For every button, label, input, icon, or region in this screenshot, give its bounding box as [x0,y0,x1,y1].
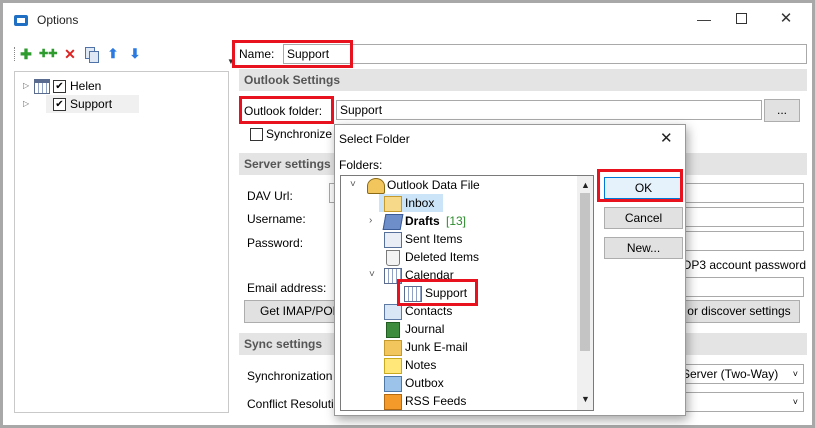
folder-deleted-items[interactable]: Deleted Items [341,248,577,266]
sent-items-icon [384,232,402,248]
name-highlight-box [232,40,353,68]
helen-checkbox[interactable]: ✔ [53,80,66,93]
dialog-title: Select Folder [339,132,410,146]
synchronization-label: Synchronization [247,369,333,383]
notes-icon [384,358,402,374]
title-bar: Options — ✕ [3,3,812,37]
profiles-tree: ▷ ✔ Helen ▷ ✔ Support [14,71,229,413]
maximize-icon [735,13,747,24]
synchronization-select[interactable]: Server (Two-Way) ˅ [678,364,804,384]
chevron-down-icon: ˅ [792,369,798,379]
username-input[interactable] [678,207,804,227]
synchronization-value: Server (Two-Way) [682,367,779,381]
scroll-up-icon[interactable]: ▲ [581,180,590,190]
folder-label: Outlook Data File [387,178,480,192]
tree-item-label: Helen [70,79,102,93]
support-highlight-box [397,279,478,306]
folder-journal[interactable]: Journal [341,320,577,338]
password-input[interactable] [678,231,804,251]
folder-drafts[interactable]: › Drafts [13] [341,212,577,230]
folder-label: Inbox [405,196,435,210]
collapse-arrow-icon[interactable]: ˅ [350,176,356,194]
dialog-close-button[interactable]: ✕ [660,129,673,147]
journal-icon [386,322,400,338]
tree-item-support[interactable]: ▷ ✔ Support [23,95,223,113]
username-label: Username: [247,212,306,226]
copy-icon[interactable] [84,46,100,63]
rss-icon [384,394,402,410]
drafts-count: [13] [446,214,467,228]
move-up-icon[interactable]: ⬆ [105,46,121,62]
email-input[interactable] [678,277,804,297]
folders-label: Folders: [339,158,383,172]
folder-notes[interactable]: Notes [341,356,577,374]
profiles-toolbar: ✚ ✚✚ ✕ ⬆ ⬇ ▼ [14,45,235,66]
collapse-arrow-icon[interactable]: ˅ [369,266,375,284]
add-multiple-icon[interactable]: ✚✚ [39,46,57,62]
select-folder-dialog: Select Folder ✕ Folders: ˅ Outlook Data … [334,124,686,416]
expand-arrow-icon[interactable]: ▷ [23,77,29,95]
conflict-resolution-label: Conflict Resolutio [247,397,341,411]
outlook-settings-header: Outlook Settings [239,69,807,91]
folder-label: RSS Feeds [405,394,467,408]
outlook-folder-highlight-box [239,96,334,124]
folder-inbox[interactable]: Inbox [341,194,577,212]
minimize-button[interactable]: — [689,9,719,29]
password-label: Password: [247,236,304,250]
dav-url-label: DAV Url: [247,189,293,203]
browse-folder-button[interactable]: ... [764,99,800,122]
app-icon [14,15,28,26]
folder-label: Journal [405,322,445,336]
discover-settings-button[interactable]: or discover settings [678,300,800,323]
calendar-icon [34,79,50,94]
outlook-folder-input[interactable]: Support [336,100,762,120]
folder-label: Junk E-mail [405,340,468,354]
contacts-icon [384,304,402,320]
expand-arrow-icon[interactable]: ▷ [23,95,29,113]
pop3-password-label: OP3 account password [682,258,807,272]
folder-label: Outbox [405,376,444,390]
options-window: Options — ✕ ✚ ✚✚ ✕ ⬆ ⬇ ▼ ▷ ✔ Helen ▷ ✔ S… [0,0,815,428]
junk-email-icon [384,340,402,356]
folder-label: Deleted Items [405,250,480,264]
drafts-icon [382,214,404,230]
synchronize-checkbox[interactable] [250,128,263,141]
folder-sent-items[interactable]: Sent Items [341,230,577,248]
scrollbar-thumb[interactable] [580,193,590,351]
folder-label: Notes [405,358,437,372]
email-label: Email address: [247,281,327,295]
new-folder-button[interactable]: New... [604,237,683,259]
folder-rss-feeds[interactable]: RSS Feeds [341,392,577,410]
move-down-icon[interactable]: ⬇ [127,46,143,62]
data-file-icon [367,178,385,194]
scroll-down-icon[interactable]: ▼ [581,394,590,404]
close-button[interactable]: ✕ [771,9,801,29]
toolbar-grip [14,47,17,61]
ok-highlight-box [597,169,683,202]
add-icon[interactable]: ✚ [18,46,34,62]
tree-item-label: Support [70,97,113,111]
support-checkbox[interactable]: ✔ [53,98,66,111]
tree-item-helen[interactable]: ▷ ✔ Helen [23,77,223,95]
folder-outlook-data-file[interactable]: ˅ Outlook Data File [341,176,577,194]
synchronize-label: Synchronize [266,127,333,141]
name-input[interactable]: Support [283,44,807,64]
outbox-icon [384,376,402,392]
maximize-button[interactable] [726,9,756,29]
trash-icon [386,250,400,266]
chevron-down-icon: ˅ [792,397,798,407]
cancel-button[interactable]: Cancel [604,207,683,229]
folder-junk-email[interactable]: Junk E-mail [341,338,577,356]
inbox-icon [384,196,402,212]
folder-label: Sent Items [405,232,463,246]
window-title: Options [37,13,79,27]
folder-label: Drafts [405,214,440,228]
delete-icon[interactable]: ✕ [62,46,78,62]
expand-arrow-icon[interactable]: › [369,212,372,230]
conflict-resolution-select[interactable]: ˅ [678,392,804,412]
folder-outbox[interactable]: Outbox [341,374,577,392]
